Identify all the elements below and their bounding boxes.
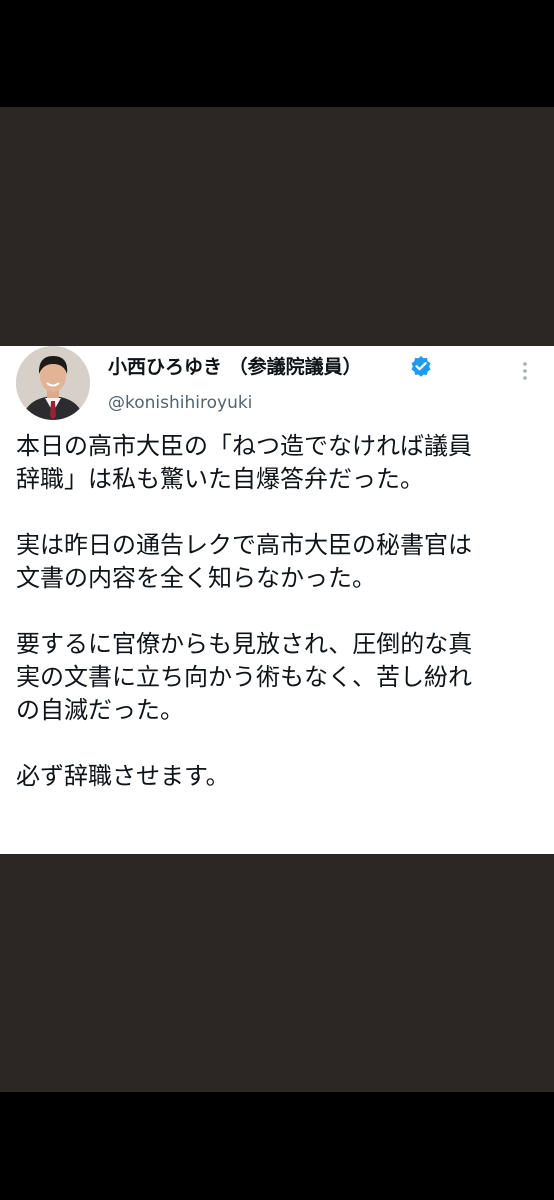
tweet-card[interactable]: 小西ひろゆき （参議院議員） @konishihiroyuki 本日の高市大臣の… [0, 346, 554, 854]
tweet-paragraph: 本日の高市大臣の「ねつ造でなければ議員 辞職」は私も驚いた自爆答弁だった。 [16, 432, 472, 493]
bottom-dark-band [0, 854, 554, 1092]
avatar[interactable] [16, 346, 90, 420]
tweet-paragraph: 実は昨日の通告レクで高市大臣の秘書官は 文書の内容を全く知らなかった。 [16, 531, 472, 592]
top-dark-band [0, 107, 554, 346]
display-name[interactable]: 小西ひろゆき （参議院議員） [108, 352, 362, 379]
avatar-portrait [16, 346, 90, 420]
more-options-icon[interactable] [518, 360, 532, 382]
top-black-bar [0, 0, 554, 107]
bottom-black-bar [0, 1092, 554, 1200]
verified-badge-icon [411, 356, 431, 377]
handle[interactable]: @konishihiroyuki [108, 393, 252, 413]
tweet-paragraph: 要するに官僚からも見放され、圧倒的な真 実の文書に立ち向かう術もなく、苦し紛れ … [16, 630, 473, 724]
tweet-text: 本日の高市大臣の「ねつ造でなければ議員 辞職」は私も驚いた自爆答弁だった。 実は… [16, 430, 540, 793]
tweet-paragraph: 必ず辞職させます。 [16, 762, 230, 790]
